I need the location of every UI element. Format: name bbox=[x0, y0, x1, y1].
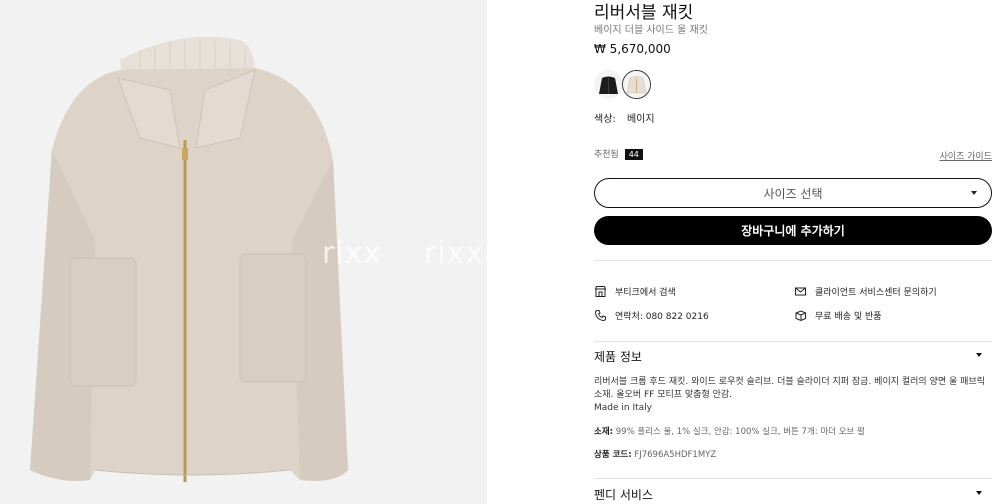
store-icon bbox=[594, 286, 607, 297]
black-jacket-thumbnail-icon bbox=[594, 70, 623, 99]
shipping-returns-link[interactable]: 무료 배송 및 반품 bbox=[794, 309, 882, 322]
origin-text: Made in Italy bbox=[594, 403, 652, 413]
color-label: 색상: bbox=[594, 114, 616, 125]
beige-jacket-thumbnail-icon bbox=[623, 71, 650, 98]
client-service-label: 클라이언트 서비스센터 문의하기 bbox=[815, 288, 937, 298]
contact-phone-link[interactable]: 연락처: 080 822 0216 bbox=[594, 309, 709, 322]
chevron-down-icon bbox=[971, 191, 977, 195]
chevron-down-icon bbox=[976, 491, 982, 495]
product-description: 리버서블 크롭 후드 재킷. 와이드 로우컷 슬리브. 더블 슬라이더 지퍼 잠… bbox=[594, 376, 992, 415]
color-value: 베이지 bbox=[626, 114, 655, 125]
swatch-black[interactable] bbox=[594, 70, 623, 99]
product-title: 리버서블 재킷 bbox=[594, 3, 694, 23]
product-image-gallery[interactable]: rixx rixx bbox=[0, 0, 487, 504]
watermark-text: rixx bbox=[424, 236, 485, 271]
fendi-service-heading: 펜디 서비스 bbox=[594, 488, 654, 502]
product-code-info: 상품 코드: FJ7696A5HDF1MYZ bbox=[594, 448, 716, 460]
mail-icon bbox=[795, 287, 806, 296]
material-value: 99% 플리스 울, 1% 실크, 안감: 100% 실크, 버튼 7개: 마더… bbox=[615, 427, 865, 437]
jacket-image bbox=[30, 36, 348, 482]
add-to-cart-button[interactable]: 장바구니에 추가하기 bbox=[594, 216, 992, 245]
boutique-search-label: 부티크에서 검색 bbox=[615, 288, 676, 298]
description-text: 리버서블 크롭 후드 재킷. 와이드 로우컷 슬리브. 더블 슬라이더 지퍼 잠… bbox=[594, 377, 985, 400]
product-info-accordion[interactable]: 제품 정보 bbox=[594, 348, 992, 365]
product-info-panel: 리버서블 재킷 베이지 더블 사이드 울 재킷 ₩ 5,670,000 색상: … bbox=[594, 0, 992, 504]
size-guide-link[interactable]: 사이즈 가이드 bbox=[939, 149, 992, 162]
material-info: 소재: 99% 플리스 울, 1% 실크, 안감: 100% 실크, 버튼 7개… bbox=[594, 425, 865, 437]
recommended-label: 추천됨 bbox=[594, 150, 619, 160]
fendi-service-accordion[interactable]: 펜디 서비스 bbox=[594, 486, 992, 503]
recommended-size-badge: 44 bbox=[624, 149, 643, 160]
boutique-search-link[interactable]: 부티크에서 검색 bbox=[594, 285, 676, 298]
divider bbox=[594, 260, 992, 261]
chevron-down-icon bbox=[976, 353, 982, 357]
size-select-dropdown[interactable]: 사이즈 선택 bbox=[594, 178, 992, 208]
size-recommendation: 추천됨 44 사이즈 가이드 bbox=[594, 147, 992, 163]
phone-icon bbox=[594, 310, 606, 322]
color-selection: 색상: 베이지 bbox=[594, 110, 663, 125]
client-service-link[interactable]: 클라이언트 서비스센터 문의하기 bbox=[794, 285, 937, 298]
watermark-text: rixx bbox=[322, 236, 383, 271]
shipping-box-icon bbox=[795, 310, 806, 322]
shipping-returns-label: 무료 배송 및 반품 bbox=[815, 312, 882, 322]
product-code-label: 상품 코드: bbox=[594, 450, 632, 460]
material-label: 소재: bbox=[594, 427, 614, 437]
product-subtitle: 베이지 더블 사이드 울 재킷 bbox=[594, 25, 708, 36]
product-price: ₩ 5,670,000 bbox=[594, 42, 671, 56]
product-info-heading: 제품 정보 bbox=[594, 350, 642, 364]
divider bbox=[594, 478, 992, 479]
product-code-value: FJ7696A5HDF1MYZ bbox=[634, 450, 717, 460]
contact-phone-label: 연락처: 080 822 0216 bbox=[615, 312, 709, 322]
swatch-beige[interactable] bbox=[622, 70, 651, 99]
divider bbox=[594, 341, 992, 342]
size-select-label: 사이즈 선택 bbox=[763, 186, 823, 201]
